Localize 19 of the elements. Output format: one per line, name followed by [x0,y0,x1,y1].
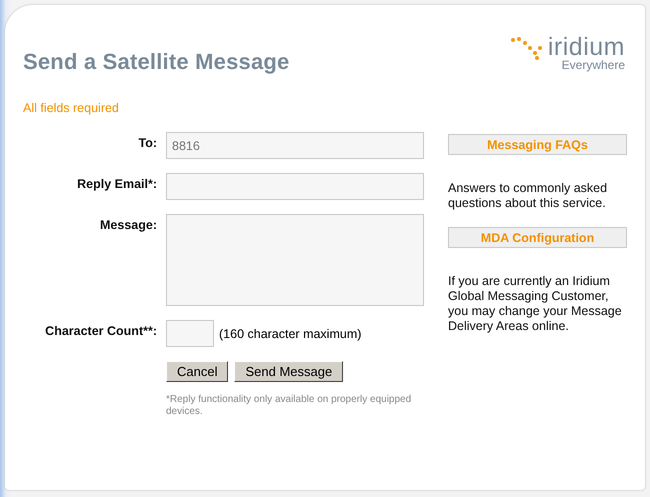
count-field[interactable] [166,320,214,347]
footnote: *Reply functionality only available on properly equipped devices. [166,394,412,418]
field-label: Character Count**: [44,323,157,340]
logo-wordmark: iridium [548,35,625,59]
logo-tagline: Everywhere [562,59,625,71]
description-text: Answers to commonly asked questions about this service. [448,181,608,211]
cancel-button[interactable]: Cancel [166,361,228,382]
count-hint: (160 character maximum) [219,326,362,340]
description-text: If you are currently an Iridium Global Messaging Customer, you may change your Message Delivery Areas online. [448,274,623,334]
required-notice: All fields required [23,101,120,115]
page-title: Send a Satellite Message [23,49,290,75]
input-field[interactable]: 8816 [166,132,424,159]
dots-icon [510,37,544,61]
field-label: To: [137,135,157,152]
field-label: Reply Email*: [76,176,157,193]
field-label: Message: [99,217,157,234]
send-button[interactable]: Send Message [234,361,344,382]
input-field[interactable] [166,173,424,200]
message-field[interactable] [166,214,424,306]
